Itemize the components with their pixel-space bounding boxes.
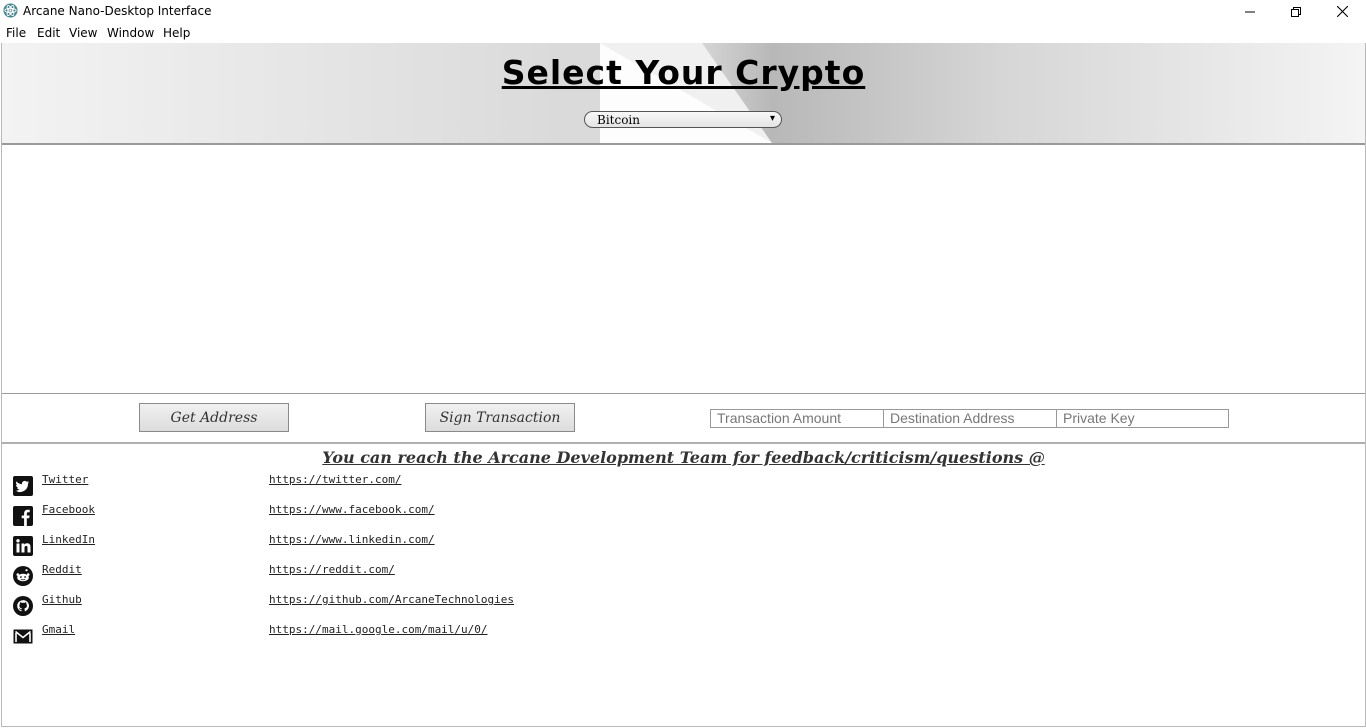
get-address-button[interactable]: Get Address (139, 403, 289, 432)
menu-bar: File Edit View Window Help (0, 23, 1366, 43)
contact-name-github[interactable]: Github (42, 593, 82, 606)
transaction-bar: Get Address Sign Transaction Transaction… (2, 394, 1365, 444)
private-key-field[interactable]: Private Key (1056, 409, 1229, 428)
contact-row-facebook: Facebook https://www.facebook.com/ (12, 503, 1012, 529)
page-title: Select Your Crypto (501, 53, 866, 92)
reddit-icon (13, 566, 33, 586)
twitter-icon (13, 476, 33, 496)
window-title: Arcane Nano-Desktop Interface (23, 4, 212, 18)
contact-url-github[interactable]: https://github.com/ArcaneTechnologies (269, 593, 514, 606)
crypto-content-area (2, 145, 1365, 395)
minimize-button[interactable] (1227, 0, 1273, 23)
contact-row-linkedin: LinkedIn https://www.linkedin.com/ (12, 533, 1012, 559)
contact-row-github: Github https://github.com/ArcaneTechnolo… (12, 593, 1012, 619)
app-frame: Select Your Crypto Bitcoin ▾ Get Address… (1, 43, 1366, 727)
contact-url-linkedin[interactable]: https://www.linkedin.com/ (269, 533, 435, 546)
menu-file[interactable]: File (6, 25, 26, 41)
menu-window[interactable]: Window (107, 25, 154, 41)
title-bar: Arcane Nano-Desktop Interface (0, 0, 1366, 23)
contact-name-linkedin[interactable]: LinkedIn (42, 533, 95, 546)
electron-atom-icon (3, 3, 18, 18)
contact-row-gmail: Gmail https://mail.google.com/mail/u/0/ (12, 623, 1012, 649)
contact-url-twitter[interactable]: https://twitter.com/ (269, 473, 401, 486)
destination-address-field[interactable]: Destination Address (883, 409, 1057, 428)
crypto-header: Select Your Crypto Bitcoin ▾ (2, 43, 1365, 145)
contact-name-gmail[interactable]: Gmail (42, 623, 75, 636)
facebook-icon (13, 506, 33, 526)
contact-row-twitter: Twitter https://twitter.com/ (12, 473, 1012, 499)
contact-name-reddit[interactable]: Reddit (42, 563, 82, 576)
gmail-icon (13, 629, 33, 644)
contact-url-gmail[interactable]: https://mail.google.com/mail/u/0/ (269, 623, 488, 636)
crypto-select-value: Bitcoin (597, 113, 640, 127)
chevron-down-icon: ▾ (770, 113, 776, 124)
restore-button[interactable] (1273, 0, 1319, 23)
close-button[interactable] (1319, 0, 1365, 23)
crypto-select[interactable]: Bitcoin ▾ (584, 111, 782, 128)
github-icon (13, 596, 33, 616)
menu-view[interactable]: View (69, 25, 97, 41)
linkedin-icon (13, 536, 33, 556)
contact-heading: You can reach the Arcane Development Tea… (322, 448, 1045, 467)
contact-name-twitter[interactable]: Twitter (42, 473, 88, 486)
minimize-icon (1245, 11, 1255, 12)
contact-name-facebook[interactable]: Facebook (42, 503, 95, 516)
sign-transaction-button[interactable]: Sign Transaction (425, 403, 575, 432)
contact-url-reddit[interactable]: https://reddit.com/ (269, 563, 395, 576)
restore-icon (1291, 6, 1301, 17)
contact-row-reddit: Reddit https://reddit.com/ (12, 563, 1012, 589)
menu-help[interactable]: Help (163, 25, 190, 41)
menu-edit[interactable]: Edit (37, 25, 60, 41)
transaction-amount-field[interactable]: Transaction Amount (710, 409, 884, 428)
close-icon (1336, 6, 1348, 17)
contact-url-facebook[interactable]: https://www.facebook.com/ (269, 503, 435, 516)
